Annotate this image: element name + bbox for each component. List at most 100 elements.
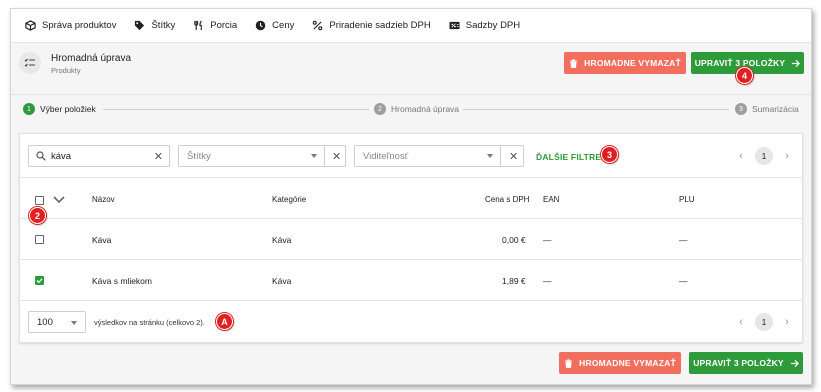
row-checkbox-checked[interactable] xyxy=(35,276,44,285)
annotation-badge: A xyxy=(216,313,233,330)
arrow-right-icon xyxy=(790,359,799,367)
step-connector xyxy=(103,109,369,110)
page-title: Hromadná úprava xyxy=(51,53,132,64)
filter-bar: káva ✕ Štítky ✕ Viditeľnosť ✕ ĎALŠIE FIL… xyxy=(20,134,802,178)
stepper: 1 Výber položiek 2 Hromadná úprava 3 Sum… xyxy=(11,95,811,125)
annotation-badge: 3 xyxy=(601,146,618,163)
step-label: Sumarizácia xyxy=(752,104,799,114)
cell-price: 1,89 € xyxy=(502,276,526,286)
check-icon xyxy=(36,278,43,284)
column-header-categories[interactable]: Kategórie xyxy=(272,195,306,204)
nav-item-label: Priradenie sadzieb DPH xyxy=(329,20,431,31)
nav-item-label: Ceny xyxy=(272,20,295,31)
select-all-checkbox[interactable] xyxy=(35,196,44,205)
step-number: 2 xyxy=(374,103,386,115)
tags-select[interactable]: Štítky ✕ xyxy=(178,145,346,167)
clear-tags-icon[interactable]: ✕ xyxy=(332,150,341,163)
annotation-badge: 2 xyxy=(29,207,46,224)
edit-items-button-bottom[interactable]: UPRAVIŤ 3 POLOŽKY xyxy=(689,352,803,374)
per-page-select[interactable]: 100 xyxy=(28,311,86,333)
column-header-plu[interactable]: PLU xyxy=(679,195,695,204)
page-subtitle: Produkty xyxy=(51,66,81,75)
nav-item-portion[interactable]: Porcia xyxy=(193,20,237,31)
checklist-icon xyxy=(19,52,41,74)
page-button[interactable]: 1 xyxy=(755,147,773,165)
cell-ean: — xyxy=(543,235,552,245)
tag-icon xyxy=(135,20,145,31)
trash-icon xyxy=(570,58,578,68)
search-icon xyxy=(36,151,46,161)
prev-page-icon[interactable]: ‹ xyxy=(735,150,747,162)
annotation-badge: 4 xyxy=(736,67,753,84)
step-number: 1 xyxy=(23,103,35,115)
tags-placeholder: Štítky xyxy=(187,151,211,162)
arrow-right-icon xyxy=(792,59,801,67)
cell-category: Káva xyxy=(272,235,292,245)
table-row[interactable]: Káva Káva 0,00 € — — xyxy=(20,219,802,260)
percent-card-icon xyxy=(449,21,460,30)
cell-plu: — xyxy=(679,276,688,286)
cell-plu: — xyxy=(679,235,688,245)
top-navigation: Správa produktov Štítky Porcia Ceny Prir… xyxy=(11,9,811,43)
prev-page-icon[interactable]: ‹ xyxy=(735,316,747,328)
step-select-items[interactable]: 1 Výber položiek xyxy=(23,103,96,115)
table-footer: 100 výsledkov na stránku (celkovo 2). ‹ … xyxy=(20,301,802,344)
row-checkbox[interactable] xyxy=(35,235,44,244)
column-header-ean[interactable]: EAN xyxy=(543,195,559,204)
trash-icon xyxy=(565,358,573,368)
fork-knife-icon xyxy=(194,20,203,31)
bulk-delete-label: HROMADNE VYMAZAŤ xyxy=(579,358,676,368)
next-page-icon[interactable]: › xyxy=(781,150,793,162)
step-number: 3 xyxy=(735,103,747,115)
pagination-top: ‹ 1 › xyxy=(735,147,793,165)
results-count-label: výsledkov na stránku (celkovo 2). xyxy=(94,318,205,327)
bulk-delete-button[interactable]: HROMADNE VYMAZAŤ xyxy=(564,52,686,74)
page-button[interactable]: 1 xyxy=(755,313,773,331)
nav-item-vat-assignment[interactable]: Priradenie sadzieb DPH xyxy=(312,20,431,31)
divider xyxy=(500,146,501,166)
column-header-price[interactable]: Cena s DPH xyxy=(485,195,529,204)
cell-ean: — xyxy=(543,276,552,286)
app-window: Správa produktov Štítky Porcia Ceny Prir… xyxy=(10,8,812,385)
chevron-down-icon[interactable] xyxy=(53,196,65,204)
percent-icon xyxy=(313,20,323,31)
clock-icon xyxy=(255,20,266,31)
per-page-value: 100 xyxy=(37,317,53,328)
cell-price: 0,00 € xyxy=(502,235,526,245)
step-label: Výber položiek xyxy=(40,104,96,114)
cell-name: Káva s mliekom xyxy=(92,276,152,286)
nav-item-vat-rates[interactable]: Sadzby DPH xyxy=(449,20,520,31)
more-filters-button[interactable]: ĎALŠIE FILTRE xyxy=(536,152,601,162)
visibility-select[interactable]: Viditeľnosť ✕ xyxy=(354,145,524,167)
nav-item-label: Správa produktov xyxy=(42,20,117,31)
step-bulk-edit[interactable]: 2 Hromadná úprava xyxy=(374,103,459,115)
edit-items-label: UPRAVIŤ 3 POLOŽKY xyxy=(693,358,784,368)
edit-items-label: UPRAVIŤ 3 POLOŽKY xyxy=(694,58,786,68)
step-label: Hromadná úprava xyxy=(391,104,460,114)
bulk-delete-button-bottom[interactable]: HROMADNE VYMAZAŤ xyxy=(559,352,681,374)
chevron-down-icon xyxy=(311,154,317,158)
chevron-down-icon xyxy=(71,321,77,325)
clear-visibility-icon[interactable]: ✕ xyxy=(509,150,518,163)
nav-item-label: Štítky xyxy=(151,20,176,31)
column-header-name[interactable]: Názov xyxy=(92,195,115,204)
cube-icon xyxy=(25,20,36,31)
table-row[interactable]: Káva s mliekom Káva 1,89 € — — xyxy=(20,260,802,301)
divider xyxy=(324,146,325,166)
table-header: Názov Kategórie Cena s DPH EAN PLU xyxy=(20,178,802,219)
nav-item-label: Sadzby DPH xyxy=(465,20,521,31)
visibility-placeholder: Viditeľnosť xyxy=(363,151,409,162)
search-field[interactable]: káva ✕ xyxy=(28,145,170,167)
next-page-icon[interactable]: › xyxy=(781,316,793,328)
nav-item-label: Porcia xyxy=(210,20,238,31)
products-card: káva ✕ Štítky ✕ Viditeľnosť ✕ ĎALŠIE FIL… xyxy=(19,133,803,343)
bulk-delete-label: HROMADNE VYMAZAŤ xyxy=(584,58,681,68)
nav-item-prices[interactable]: Ceny xyxy=(255,20,294,31)
nav-item-tags[interactable]: Štítky xyxy=(134,20,175,31)
search-input[interactable]: káva xyxy=(51,151,71,162)
nav-item-product-management[interactable]: Správa produktov xyxy=(25,20,116,31)
pagination-bottom: ‹ 1 › xyxy=(735,313,793,331)
clear-search-icon[interactable]: ✕ xyxy=(154,150,163,163)
chevron-down-icon xyxy=(487,154,493,158)
step-summary[interactable]: 3 Sumarizácia xyxy=(735,103,799,115)
